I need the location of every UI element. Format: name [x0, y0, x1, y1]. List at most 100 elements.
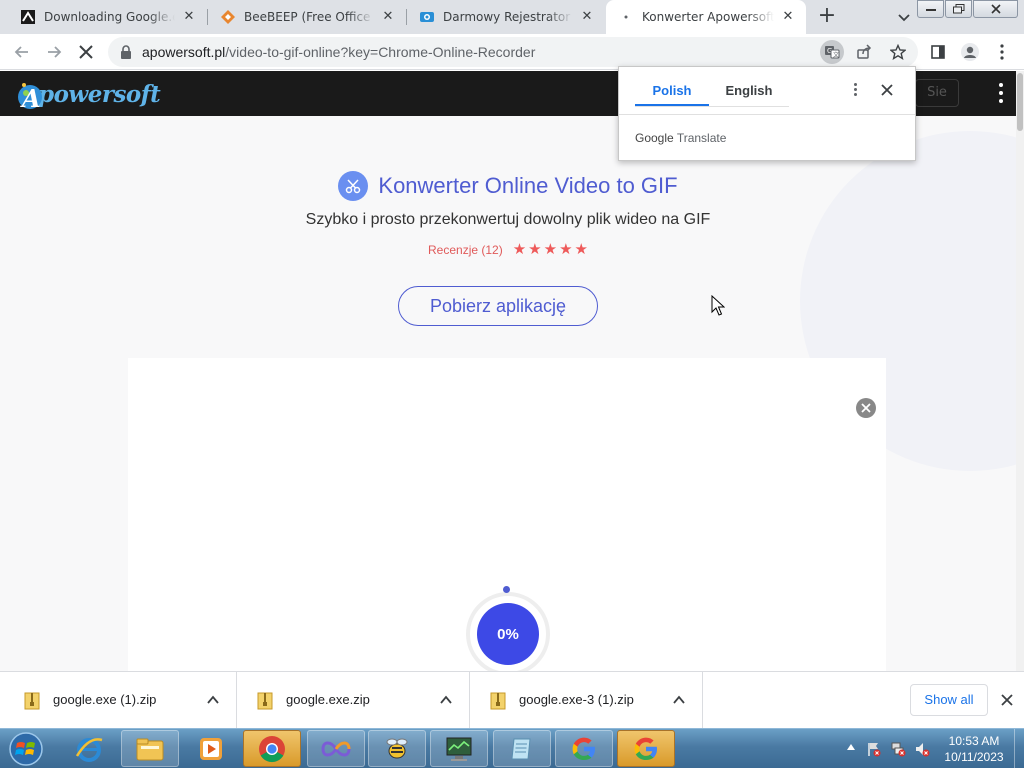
chrome-icon[interactable]	[243, 730, 301, 767]
apowersoft-logo[interactable]: A powersoft	[16, 77, 161, 113]
download-app-button[interactable]: Pobierz aplikację	[398, 286, 598, 326]
volume-muted-icon[interactable]	[914, 741, 930, 757]
web-page: A powersoft Sie Konwerter Online Video t…	[0, 71, 1016, 671]
side-panel-icon[interactable]	[926, 40, 950, 64]
progress-percentage: 0%	[477, 603, 539, 665]
star-icon: ★	[574, 240, 588, 258]
page-title: Konwerter Online Video to GIF	[378, 173, 678, 198]
beebeep-icon[interactable]	[368, 730, 426, 767]
google-translate-brand: Google Translate	[635, 131, 727, 145]
reviews-link[interactable]: Recenzje (12)	[428, 243, 503, 257]
chrome-menu-icon[interactable]	[990, 40, 1014, 64]
media-player-icon[interactable]	[182, 730, 240, 767]
page-heading: Konwerter Online Video to GIF	[0, 171, 1016, 201]
progress-indicator-dot	[503, 586, 510, 593]
tab-title: Downloading Google.exe	[44, 10, 175, 24]
google-app-icon[interactable]	[555, 730, 613, 767]
tab-close-icon[interactable]: ✕	[181, 9, 197, 25]
tab-close-icon[interactable]: ✕	[579, 9, 595, 25]
converter-panel: 0%	[128, 358, 886, 671]
tab-title: BeeBEEP (Free Office Messenger)	[244, 10, 374, 24]
download-item[interactable]: google.exe.zip	[237, 672, 470, 729]
tab-beebeep[interactable]: BeeBEEP (Free Office Messenger) ✕	[208, 0, 406, 34]
app-infinity-icon[interactable]	[307, 730, 365, 767]
beebeep-favicon-icon	[220, 9, 236, 25]
lock-icon[interactable]	[120, 45, 132, 63]
bookmark-star-icon[interactable]	[886, 40, 910, 64]
selected-tab-underline	[635, 104, 709, 106]
download-filename: google.exe-3 (1).zip	[519, 692, 634, 707]
chevron-up-icon[interactable]	[439, 693, 453, 707]
system-tray: 10:53 AM 10/11/2023	[840, 729, 1024, 769]
tab-title: Darmowy Rejestrator Ekranu	[443, 10, 573, 24]
close-translate-icon[interactable]	[878, 81, 896, 99]
translate-icon[interactable]: G文	[820, 40, 844, 64]
scissors-icon	[338, 171, 369, 201]
logo-mark-icon: A	[16, 79, 46, 113]
window-controls	[917, 0, 1018, 18]
address-bar[interactable]: apowersoft.pl/video-to-gif-online?key=Ch…	[108, 37, 918, 67]
loading-favicon-icon	[618, 9, 634, 25]
recorder-favicon-icon	[419, 9, 435, 25]
tab-downloading[interactable]: Downloading Google.exe ✕	[8, 0, 207, 34]
start-button[interactable]	[6, 731, 46, 767]
page-scrollbar[interactable]	[1016, 71, 1024, 671]
show-all-downloads-button[interactable]: Show all	[910, 684, 988, 716]
forward-icon[interactable]	[42, 40, 66, 64]
show-hidden-icons-icon[interactable]	[847, 744, 855, 750]
tab-apowersoft-active[interactable]: Konwerter Apowersoft Online ✕	[606, 0, 806, 34]
tab-close-icon[interactable]: ✕	[780, 9, 796, 25]
chevron-up-icon[interactable]	[206, 693, 220, 707]
download-item[interactable]: google.exe-3 (1).zip	[470, 672, 703, 729]
monitor-app-icon[interactable]	[430, 730, 488, 767]
tab-baseline	[635, 106, 789, 107]
reviews-row: Recenzje (12) ★ ★ ★ ★ ★	[0, 242, 1016, 257]
close-panel-icon[interactable]	[856, 398, 876, 418]
file-explorer-icon[interactable]	[121, 730, 179, 767]
notepad-icon[interactable]	[493, 730, 551, 767]
download-favicon-icon	[20, 9, 36, 25]
new-tab-button[interactable]: +	[815, 5, 839, 29]
tab-title: Konwerter Apowersoft Online	[642, 10, 774, 24]
action-center-flag-icon[interactable]	[866, 741, 882, 757]
show-desktop-button[interactable]	[1014, 729, 1024, 769]
clock-date: 10/11/2023	[944, 750, 1004, 764]
upload-progress: 0%	[466, 586, 550, 671]
zip-file-icon	[490, 692, 506, 710]
close-shelf-icon[interactable]	[998, 691, 1016, 709]
system-clock[interactable]: 10:53 AM 10/11/2023	[936, 733, 1012, 765]
internet-explorer-icon[interactable]	[60, 730, 118, 767]
google-app-icon-2[interactable]	[617, 730, 675, 767]
tab-search-chevron-icon[interactable]	[895, 8, 913, 26]
language-tab-english[interactable]: English	[709, 83, 789, 98]
close-window-button[interactable]	[973, 0, 1018, 18]
language-tab-polish[interactable]: Polish	[635, 83, 709, 98]
chevron-up-icon[interactable]	[672, 693, 686, 707]
star-rating: ★ ★ ★ ★ ★	[513, 242, 588, 257]
download-shelf: google.exe (1).zip google.exe.zip google…	[0, 671, 1024, 729]
share-icon[interactable]	[852, 40, 876, 64]
star-icon: ★	[543, 240, 558, 258]
download-filename: google.exe (1).zip	[53, 692, 157, 707]
sign-in-button[interactable]: Sie	[915, 79, 959, 107]
svg-text:文: 文	[833, 51, 839, 59]
profile-avatar-icon[interactable]	[958, 40, 982, 64]
download-item[interactable]: google.exe (1).zip	[4, 672, 237, 729]
star-icon: ★	[559, 240, 573, 258]
minimize-button[interactable]	[917, 0, 944, 18]
network-icon[interactable]	[890, 741, 906, 757]
logo-wordmark: powersoft	[38, 80, 161, 108]
browser-toolbar: apowersoft.pl/video-to-gif-online?key=Ch…	[0, 34, 1024, 70]
translate-options-icon[interactable]	[851, 81, 859, 101]
scrollbar-thumb[interactable]	[1017, 73, 1023, 131]
star-icon: ★	[528, 240, 542, 258]
stop-loading-icon[interactable]	[74, 40, 98, 64]
site-menu-icon[interactable]	[994, 81, 1008, 105]
tab-close-icon[interactable]: ✕	[380, 9, 396, 25]
restore-button[interactable]	[945, 0, 972, 18]
mouse-cursor-icon	[711, 294, 726, 321]
download-filename: google.exe.zip	[286, 692, 370, 707]
zip-file-icon	[24, 692, 40, 710]
tab-recorder[interactable]: Darmowy Rejestrator Ekranu ✕	[407, 0, 605, 34]
back-icon[interactable]	[10, 40, 34, 64]
